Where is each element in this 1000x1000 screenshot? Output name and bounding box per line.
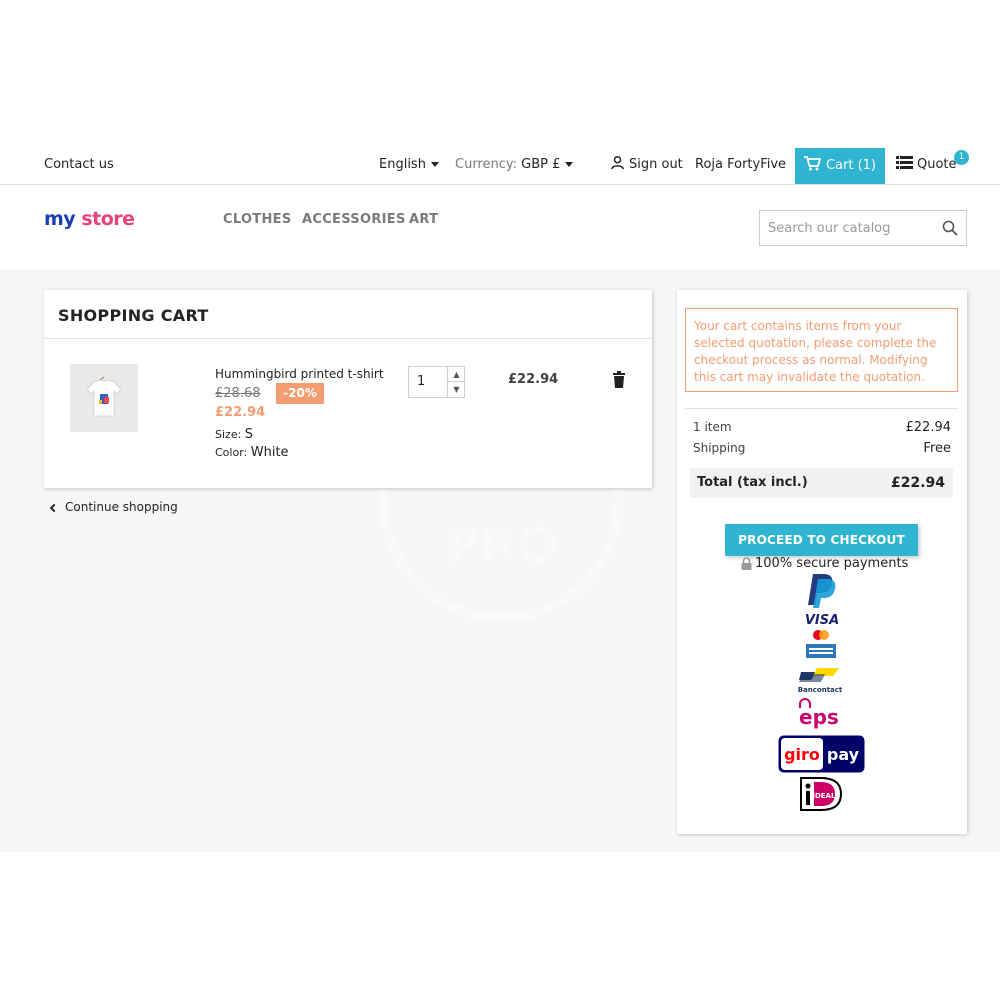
quantity-stepper: 1 ▲ ▼: [408, 366, 465, 398]
currency-value: GBP £: [521, 157, 561, 172]
size-attribute: Size: S: [215, 427, 253, 442]
search-icon[interactable]: [942, 220, 958, 236]
product-name-link[interactable]: Hummingbird printed t-shirt: [215, 367, 384, 381]
pay-text: pay: [827, 745, 860, 764]
search-input[interactable]: [760, 211, 936, 245]
list-icon: [896, 156, 913, 169]
sign-out-link[interactable]: Sign out: [610, 145, 683, 185]
divider: [685, 408, 958, 409]
color-label: Color:: [215, 446, 248, 459]
total-value: £22.94: [890, 475, 945, 491]
amex-logo-icon: [806, 644, 836, 658]
cart-label: Cart (1): [825, 158, 877, 173]
quote-count-badge: 1: [954, 150, 969, 165]
items-value: £22.94: [905, 420, 952, 435]
search-box: [759, 210, 967, 246]
chevron-down-icon: [430, 162, 439, 167]
mastercard-logo-icon: [813, 630, 829, 640]
shipping-row: Shipping Free: [693, 441, 951, 456]
quote-link[interactable]: Quote: [896, 145, 957, 185]
discount-badge: -20%: [276, 383, 324, 404]
tshirt-icon: [86, 376, 122, 417]
language-selector[interactable]: English: [379, 145, 439, 185]
site-header: my store CLOTHES ACCESSORIES ART: [0, 186, 1000, 270]
logo-part2: store: [81, 208, 135, 230]
menu-accessories[interactable]: ACCESSORIES: [302, 212, 406, 227]
current-price: £22.94: [215, 405, 266, 420]
cart-button[interactable]: Cart (1): [795, 148, 885, 184]
color-value: White: [250, 445, 289, 460]
account-name-link[interactable]: Roja FortyFive: [695, 145, 786, 185]
shipping-label: Shipping: [693, 441, 746, 455]
size-label: Size:: [215, 428, 242, 441]
ideal-text: iDEAL: [813, 792, 836, 800]
sign-out-label: Sign out: [629, 157, 683, 172]
quantity-buttons: ▲ ▼: [447, 367, 465, 397]
bancontact-logo-icon: Bancontact: [798, 668, 843, 694]
shopping-cart-panel: SHOPPING CART Hummingbird printed t-shir…: [44, 290, 652, 488]
currency-selector[interactable]: Currency: GBP £: [455, 145, 574, 185]
language-value: English: [379, 157, 426, 172]
contact-us-link[interactable]: Contact us: [44, 145, 114, 185]
giropay-logo-icon: giro pay: [778, 735, 865, 773]
quantity-input[interactable]: 1: [417, 374, 425, 389]
divider: [44, 338, 652, 339]
size-value: S: [244, 427, 254, 442]
regular-price: £28.68: [215, 386, 261, 401]
continue-shopping-link[interactable]: Continue shopping: [49, 500, 178, 514]
chevron-down-icon: [565, 162, 574, 167]
eps-text: eps: [799, 705, 839, 729]
quote-label: Quote: [917, 157, 957, 172]
cart-summary-panel: Your cart contains items from your selec…: [677, 290, 967, 834]
secure-payments-label: 100% secure payments: [755, 556, 909, 571]
decrement-button[interactable]: ▼: [448, 382, 465, 397]
logo-part1: my: [44, 208, 76, 230]
total-label: Total (tax incl.): [697, 475, 808, 490]
cart-title: SHOPPING CART: [58, 306, 209, 325]
color-attribute: Color: White: [215, 445, 289, 460]
shipping-value: Free: [923, 441, 951, 456]
increment-button[interactable]: ▲: [448, 367, 465, 382]
trash-icon[interactable]: [612, 371, 626, 389]
bancontact-text: Bancontact: [798, 686, 843, 694]
paypal-logo-icon: [808, 574, 836, 608]
quotation-notice: Your cart contains items from your selec…: [685, 308, 958, 392]
chevron-left-icon: [49, 503, 59, 512]
giro-text: giro: [784, 745, 820, 764]
user-icon: [611, 155, 624, 170]
product-image[interactable]: [70, 364, 138, 432]
line-total: £22.94: [508, 372, 559, 387]
watermark-text: PRO: [445, 518, 558, 574]
eps-logo-icon: eps: [799, 698, 839, 729]
proceed-to-checkout-button[interactable]: PROCEED TO CHECKOUT: [725, 524, 918, 556]
menu-art[interactable]: ART: [409, 212, 438, 227]
main-content: PRO SHOPPING CART Hummingbird printed t-…: [0, 270, 1000, 852]
menu-clothes[interactable]: CLOTHES: [223, 212, 292, 227]
items-label: 1 item: [693, 420, 732, 434]
visa-logo-icon: VISA: [805, 613, 839, 626]
ideal-logo-icon: iDEAL: [800, 777, 843, 811]
cart-icon: [803, 156, 822, 171]
total-row: Total (tax incl.) £22.94: [690, 468, 953, 498]
secure-payments-note: 100% secure payments: [741, 556, 908, 571]
continue-shopping-label: Continue shopping: [65, 500, 178, 514]
top-blank-area: [0, 0, 1000, 145]
currency-label: Currency:: [455, 157, 518, 172]
items-subtotal-row: 1 item £22.94: [693, 420, 952, 435]
visa-text: VISA: [805, 613, 839, 626]
lock-icon: [741, 557, 752, 570]
store-logo[interactable]: my store: [44, 208, 135, 230]
